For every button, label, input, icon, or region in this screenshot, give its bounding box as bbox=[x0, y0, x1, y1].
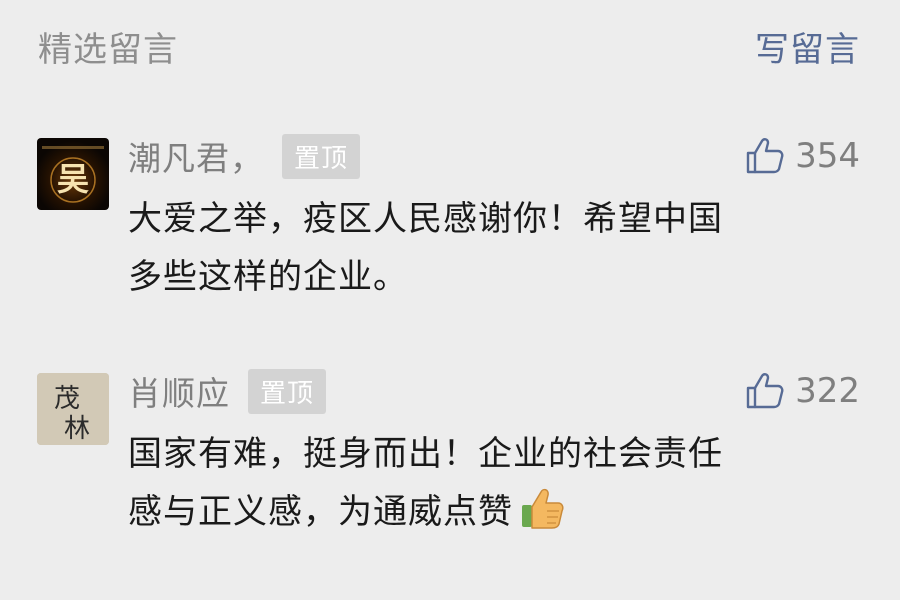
thumbs-up-emoji-icon bbox=[522, 488, 564, 529]
avatar-image: 吴 bbox=[42, 146, 104, 203]
featured-comments-title: 精选留言 bbox=[38, 30, 178, 70]
comment-line: 感与正义感，为通威点赞 bbox=[128, 483, 848, 541]
svg-text:吴: 吴 bbox=[57, 160, 89, 198]
avatar[interactable]: 吴 bbox=[37, 138, 109, 210]
comment-author-name[interactable]: 潮凡君， bbox=[128, 132, 264, 180]
comment-line: 大爱之举，疫区人民感谢你！希望中国 bbox=[128, 199, 723, 239]
comment-author-name[interactable]: 肖顺应 bbox=[128, 367, 230, 415]
comment-line: 国家有难，挺身而出！企业的社会责任 bbox=[128, 434, 723, 474]
comment-author-row: 潮凡君， 置顶 bbox=[128, 132, 361, 180]
pinned-badge: 置顶 bbox=[248, 368, 327, 414]
like-button[interactable]: 322 bbox=[745, 369, 860, 413]
like-button[interactable]: 354 bbox=[745, 134, 860, 178]
comment-line-text: 感与正义感，为通威点赞 bbox=[128, 492, 513, 532]
like-count: 354 bbox=[795, 136, 860, 176]
comment-body: 大爱之举，疫区人民感谢你！希望中国 国家有难，挺身而出！企业的社会责任 感与正义… bbox=[128, 425, 848, 541]
avatar-image: 茂 林 bbox=[37, 373, 109, 445]
avatar[interactable]: 茂 林 bbox=[37, 373, 109, 445]
thumbs-up-icon bbox=[746, 373, 784, 409]
thumbs-up-icon bbox=[746, 138, 784, 174]
svg-text:林: 林 bbox=[64, 414, 90, 444]
svg-text:茂: 茂 bbox=[54, 384, 80, 414]
comment-body: 大爱之举，疫区人民感谢你！希望中国 多些这样的企业。 bbox=[128, 190, 848, 306]
comment-line: 多些这样的企业。 bbox=[128, 257, 408, 297]
write-comment-link[interactable]: 写留言 bbox=[755, 22, 860, 71]
comments-header: 精选留言 写留言 bbox=[0, 0, 900, 80]
pinned-badge: 置顶 bbox=[282, 133, 361, 179]
like-count: 322 bbox=[795, 371, 860, 411]
comment-author-row: 肖顺应 置顶 bbox=[128, 367, 327, 415]
